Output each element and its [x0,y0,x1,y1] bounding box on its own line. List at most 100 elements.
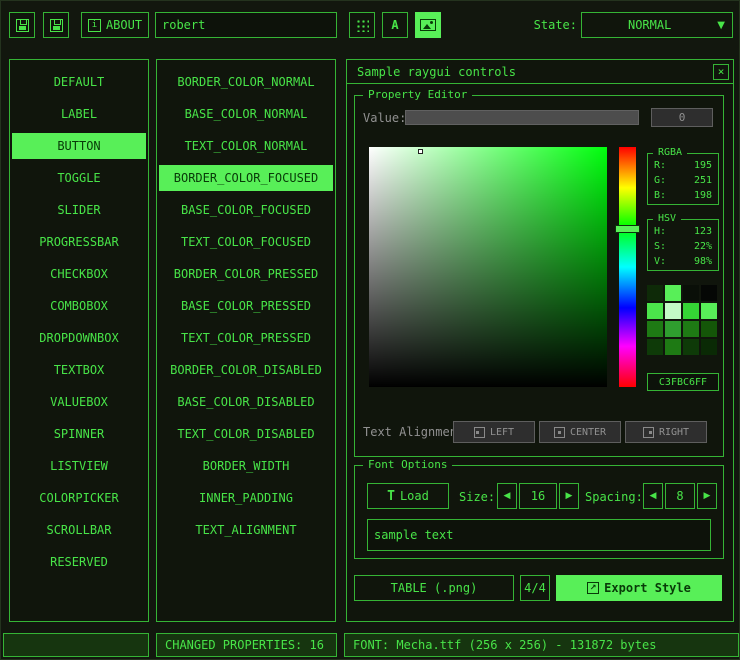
v-label: V: [654,255,666,268]
color-picker-cursor[interactable] [418,149,423,154]
hue-slider[interactable] [619,147,636,387]
state-dropdown-value: NORMAL [582,18,717,32]
font-load-button[interactable]: T Load [367,483,449,509]
font-view-button[interactable]: A [382,12,408,38]
list-item[interactable]: INNER_PADDING [157,482,335,514]
size-label: Size: [459,490,495,504]
style-color-swatch[interactable] [683,321,699,337]
style-color-swatch[interactable] [701,339,717,355]
list-item[interactable]: BASE_COLOR_PRESSED [157,290,335,322]
controls-view-button[interactable] [415,12,441,38]
list-item[interactable]: TEXT_COLOR_NORMAL [157,130,335,162]
spacing-increase-button[interactable]: ▶ [697,483,717,509]
style-color-swatch[interactable] [647,339,663,355]
close-icon[interactable]: × [713,64,729,80]
spacing-value-box[interactable]: 8 [665,483,695,509]
list-item[interactable]: TEXT_COLOR_PRESSED [157,322,335,354]
list-item[interactable]: BORDER_COLOR_PRESSED [157,258,335,290]
r-value: 195 [694,159,712,172]
save-disk-icon [50,19,63,32]
size-value-box[interactable]: 16 [519,483,557,509]
list-item[interactable]: DROPDOWNBOX [10,322,148,354]
load-style-button[interactable] [9,12,35,38]
export-format-button[interactable]: TABLE (.png) [354,575,514,601]
statusbar-changed-properties: CHANGED PROPERTIES: 16 [156,633,337,657]
style-color-swatch[interactable] [701,321,717,337]
about-button[interactable]: i ABOUT [81,12,149,38]
chevron-left-icon: ◀ [650,492,657,501]
style-color-swatch[interactable] [701,303,717,319]
list-item[interactable]: SLIDER [10,194,148,226]
list-item[interactable]: BORDER_WIDTH [157,450,335,482]
style-name-input[interactable] [155,12,337,38]
list-item[interactable]: COLORPICKER [10,482,148,514]
hue-slider-handle[interactable] [615,225,640,233]
sample-window-titlebar[interactable]: Sample raygui controls × [347,60,733,84]
value-label: Value: [363,111,406,125]
size-increase-button[interactable]: ▶ [559,483,579,509]
style-color-swatch[interactable] [683,303,699,319]
size-decrease-button[interactable]: ◀ [497,483,517,509]
spacing-decrease-button[interactable]: ◀ [643,483,663,509]
list-item[interactable]: TOGGLE [10,162,148,194]
list-item[interactable]: TEXT_COLOR_DISABLED [157,418,335,450]
value-slider[interactable] [405,110,639,125]
style-color-swatch[interactable] [665,321,681,337]
list-item[interactable]: SPINNER [10,418,148,450]
list-item[interactable]: SCROLLBAR [10,514,148,546]
list-item[interactable]: BORDER_COLOR_NORMAL [157,66,335,98]
hex-color-input[interactable]: C3FBC6FF [647,373,719,391]
style-color-swatch[interactable] [665,339,681,355]
sample-window-title: Sample raygui controls [357,65,713,79]
color-saturation-value-picker[interactable] [369,147,607,387]
list-item[interactable]: PROGRESSBAR [10,226,148,258]
list-item[interactable]: BORDER_COLOR_DISABLED [157,354,335,386]
style-color-swatch[interactable] [683,285,699,301]
list-item[interactable]: BUTTON [10,130,148,162]
g-value: 251 [694,174,712,187]
r-label: R: [654,159,666,172]
style-color-swatch[interactable] [647,321,663,337]
list-item[interactable]: VALUEBOX [10,386,148,418]
export-count-box[interactable]: 4/4 [520,575,550,601]
text-t-icon: T [387,489,395,504]
style-color-swatch[interactable] [665,303,681,319]
list-item[interactable]: RESERVED [10,546,148,578]
list-item[interactable]: BASE_COLOR_NORMAL [157,98,335,130]
list-item[interactable]: TEXT_COLOR_FOCUSED [157,226,335,258]
style-color-swatch[interactable] [647,303,663,319]
sample-text-input[interactable]: sample text [367,519,711,551]
value-box[interactable]: 0 [651,108,713,127]
style-table-view-button[interactable] [349,12,375,38]
font-info-text: FONT: Mecha.ttf (256 x 256) - 131872 byt… [353,638,656,652]
list-item[interactable]: BASE_COLOR_FOCUSED [157,194,335,226]
align-right-button[interactable]: RIGHT [625,421,707,443]
save-style-button[interactable] [43,12,69,38]
list-item[interactable]: LISTVIEW [10,450,148,482]
state-dropdown[interactable]: NORMAL ▼ [581,12,733,38]
property-editor-group-label: Property Editor [363,88,472,101]
rgba-b-row: B: 198 [648,188,718,203]
rgba-group: RGBA R: 195 G: 251 B: 198 [647,153,719,205]
v-value: 98% [694,255,712,268]
list-item[interactable]: COMBOBOX [10,290,148,322]
list-item[interactable]: BASE_COLOR_DISABLED [157,386,335,418]
list-item[interactable]: CHECKBOX [10,258,148,290]
grid-icon [355,18,369,32]
list-item[interactable]: TEXTBOX [10,354,148,386]
style-color-swatch[interactable] [683,339,699,355]
export-icon: ↗ [587,582,599,594]
export-format-label: TABLE (.png) [391,581,478,595]
align-center-button[interactable]: CENTER [539,421,621,443]
list-item[interactable]: BORDER_COLOR_FOCUSED [157,162,335,194]
align-left-button[interactable]: LEFT [453,421,535,443]
style-color-swatch[interactable] [647,285,663,301]
style-color-swatch[interactable] [665,285,681,301]
export-style-button[interactable]: ↗ Export Style [556,575,722,601]
align-center-label: CENTER [570,427,606,438]
style-color-swatch[interactable] [701,285,717,301]
list-item[interactable]: DEFAULT [10,66,148,98]
list-item[interactable]: TEXT_ALIGNMENT [157,514,335,546]
chevron-right-icon: ▶ [704,492,711,501]
list-item[interactable]: LABEL [10,98,148,130]
